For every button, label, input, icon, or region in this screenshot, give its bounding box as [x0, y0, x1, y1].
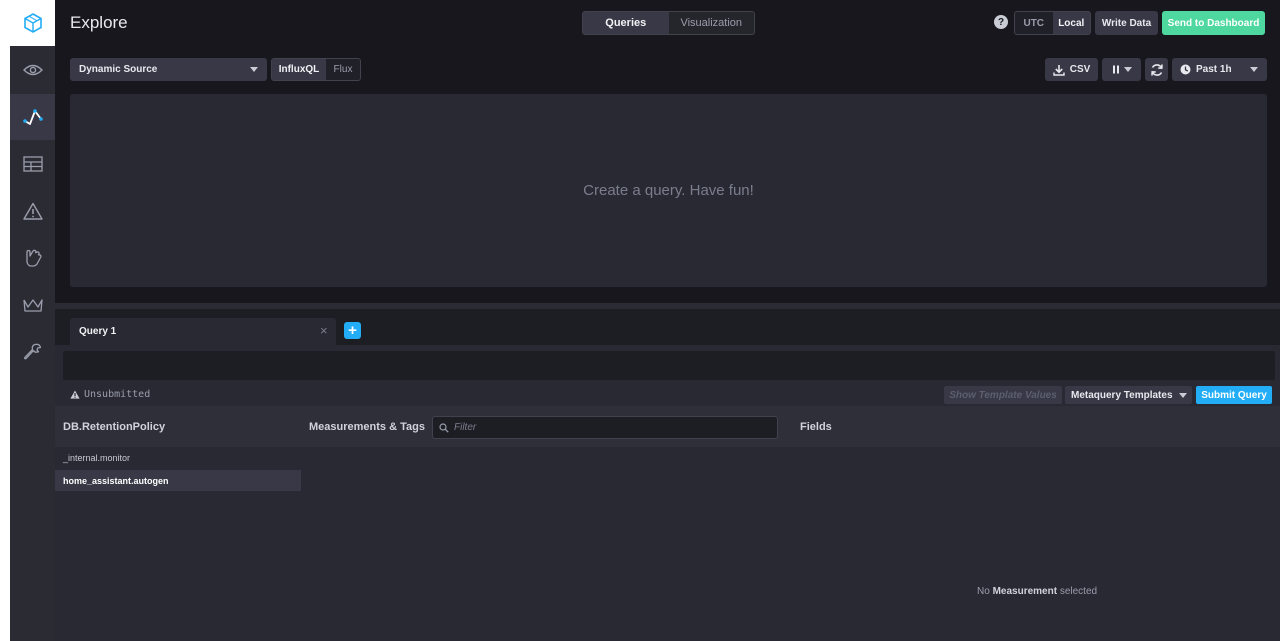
- empty-graph-message: Create a query. Have fun!: [583, 182, 754, 199]
- clock-icon: [1180, 64, 1191, 75]
- help-icon[interactable]: ?: [994, 15, 1008, 29]
- query-editor-section: Unsubmitted Show Template Values Metaque…: [55, 345, 1280, 406]
- right-edge: [1268, 46, 1280, 303]
- query-status-label: Unsubmitted: [84, 389, 151, 400]
- measurements-tags-header: Measurements & Tags: [309, 421, 425, 433]
- sidebar-item-explore[interactable]: [10, 94, 55, 140]
- visualization-area: Dynamic Source InfluxQL Flux CSV Past 1h…: [55, 46, 1280, 303]
- alert-icon: [22, 202, 43, 220]
- logo[interactable]: [10, 0, 55, 46]
- csv-download-button[interactable]: CSV: [1045, 58, 1098, 81]
- view-toggle: Queries Visualization: [582, 11, 755, 35]
- influxql-option[interactable]: InfluxQL: [272, 59, 326, 80]
- metaquery-templates-label: Metaquery Templates: [1071, 389, 1173, 401]
- query-tab-label: Query 1: [79, 326, 117, 337]
- timezone-toggle: UTC Local: [1014, 11, 1091, 35]
- db-list-item-selected[interactable]: home_assistant.autogen: [55, 470, 301, 491]
- fields-header: Fields: [800, 421, 832, 433]
- influx-logo-icon: [23, 13, 42, 33]
- measurement-filter: [432, 416, 778, 439]
- query-language-toggle: InfluxQL Flux: [271, 58, 361, 81]
- crown-icon: [22, 299, 43, 312]
- hand-icon: [25, 249, 42, 267]
- no-measurement-message: No Measurement selected: [977, 586, 1097, 597]
- show-template-values-button[interactable]: Show Template Values: [944, 386, 1062, 404]
- graph-icon: [22, 109, 43, 125]
- dashboard-icon: [22, 156, 43, 172]
- close-icon[interactable]: ×: [320, 323, 328, 338]
- sidebar-item-host-list[interactable]: [10, 47, 55, 93]
- sidebar-item-configuration[interactable]: [10, 329, 55, 375]
- source-dropdown-label: Dynamic Source: [79, 64, 158, 75]
- sidebar-item-log-viewer[interactable]: [10, 235, 55, 281]
- wrench-icon: [23, 343, 41, 360]
- schema-explorer: DB.RetentionPolicy Measurements & Tags F…: [55, 406, 1280, 641]
- no-measurement-prefix: No: [977, 586, 990, 597]
- time-range-label: Past 1h: [1196, 64, 1232, 75]
- autorefresh-dropdown[interactable]: [1102, 58, 1141, 81]
- add-query-button[interactable]: +: [344, 322, 361, 339]
- submit-query-button[interactable]: Submit Query: [1196, 386, 1272, 404]
- metaquery-templates-dropdown[interactable]: Metaquery Templates: [1065, 386, 1192, 404]
- window-left-edge: [0, 0, 10, 641]
- chevron-down-icon: [1178, 392, 1187, 398]
- graph-panel: Create a query. Have fun!: [70, 94, 1267, 287]
- query-status: Unsubmitted: [70, 389, 150, 400]
- search-icon: [439, 422, 449, 433]
- chevron-down-icon: [250, 67, 258, 72]
- chevron-down-icon: [1250, 67, 1258, 72]
- time-range-dropdown[interactable]: Past 1h: [1172, 58, 1267, 81]
- pause-icon: [1112, 65, 1119, 74]
- filter-input[interactable]: [454, 422, 754, 433]
- refresh-icon: [1150, 63, 1163, 76]
- sidebar: [10, 0, 55, 641]
- sidebar-item-admin[interactable]: [10, 282, 55, 328]
- db-list-item[interactable]: _internal.monitor: [55, 447, 301, 468]
- page-title: Explore: [70, 13, 128, 32]
- query-tabs-bar: Query 1 × +: [55, 309, 1280, 345]
- source-dropdown[interactable]: Dynamic Source: [70, 58, 267, 81]
- no-measurement-bold: Measurement: [992, 586, 1058, 597]
- query-editor[interactable]: [63, 351, 1275, 380]
- eye-icon: [22, 64, 43, 76]
- write-data-button[interactable]: Write Data: [1095, 11, 1158, 35]
- page-header: Explore Queries Visualization ? UTC Loca…: [55, 0, 1280, 46]
- chevron-down-icon: [1123, 67, 1132, 72]
- no-measurement-suffix: selected: [1059, 586, 1098, 597]
- flux-option[interactable]: Flux: [326, 59, 360, 80]
- tab-queries[interactable]: Queries: [583, 12, 669, 34]
- tab-visualization[interactable]: Visualization: [669, 12, 755, 34]
- db-retention-policy-header: DB.RetentionPolicy: [63, 421, 166, 433]
- send-to-dashboard-button[interactable]: Send to Dashboard: [1162, 11, 1265, 35]
- sidebar-item-dashboards[interactable]: [10, 141, 55, 187]
- sidebar-item-alerting[interactable]: [10, 188, 55, 234]
- csv-label: CSV: [1069, 64, 1091, 75]
- local-option[interactable]: Local: [1052, 12, 1090, 34]
- utc-option[interactable]: UTC: [1015, 12, 1053, 34]
- download-icon: [1053, 64, 1065, 76]
- refresh-button[interactable]: [1145, 58, 1168, 81]
- schema-header: DB.RetentionPolicy Measurements & Tags F…: [55, 406, 1280, 447]
- warning-icon: [70, 390, 80, 399]
- query-tab[interactable]: Query 1 ×: [70, 318, 336, 345]
